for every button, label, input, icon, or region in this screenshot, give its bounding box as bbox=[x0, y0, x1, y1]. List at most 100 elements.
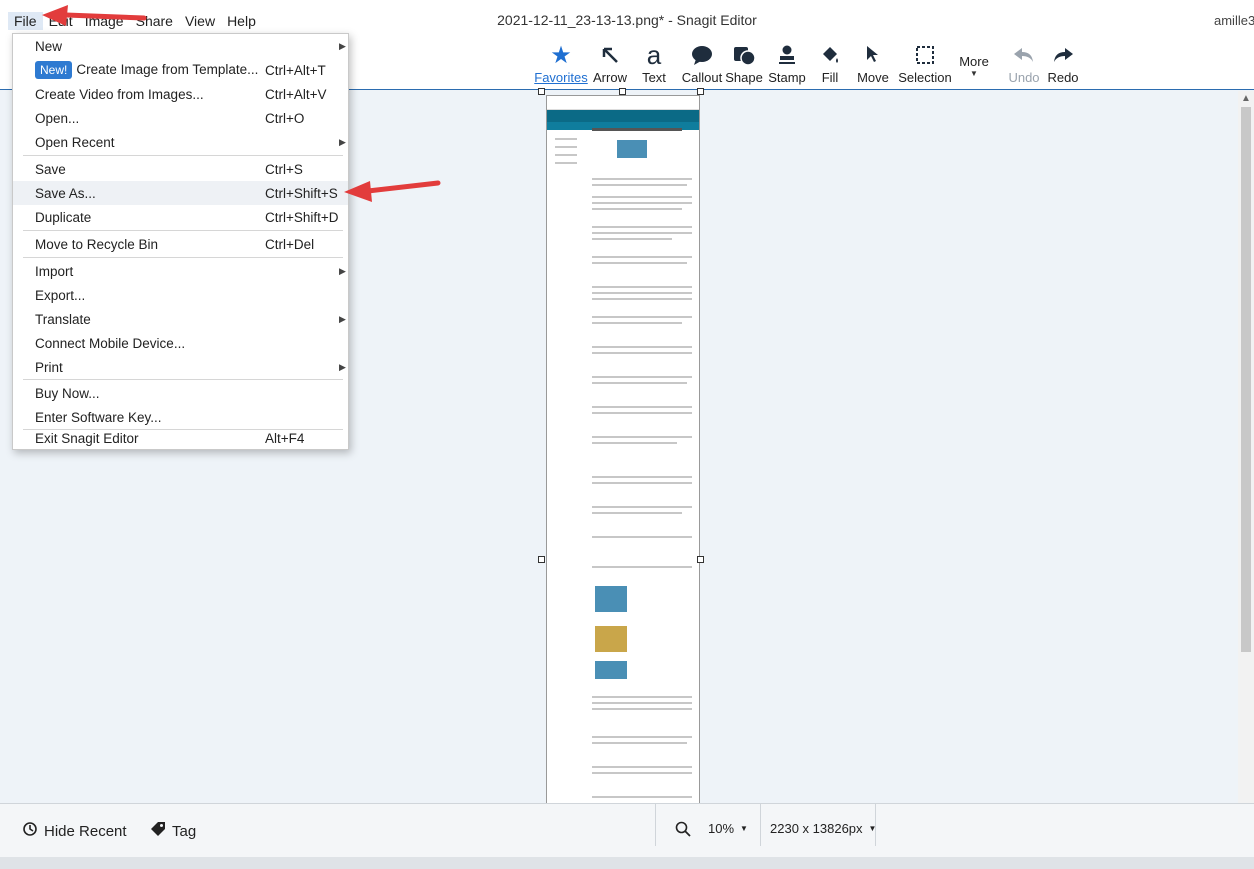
menu-item-create-video[interactable]: Create Video from Images... Ctrl+Alt+V bbox=[13, 82, 348, 106]
menu-item-recycle-bin[interactable]: Move to Recycle Bin Ctrl+Del bbox=[13, 232, 348, 256]
menu-item-new[interactable]: New ▶ bbox=[13, 34, 348, 58]
menu-item-duplicate[interactable]: Duplicate Ctrl+Shift+D bbox=[13, 205, 348, 229]
menu-item-label: Buy Now... bbox=[35, 385, 100, 401]
tag-icon bbox=[150, 821, 166, 841]
history-icon bbox=[22, 821, 38, 841]
menu-item-label: Exit Snagit Editor bbox=[35, 430, 139, 446]
zoom-level-dropdown[interactable]: 10% ▼ bbox=[708, 821, 748, 836]
tool-text[interactable]: a Text bbox=[637, 40, 671, 88]
window-title: 2021-12-11_23-13-13.png* - Snagit Editor bbox=[497, 12, 757, 28]
menu-item-translate[interactable]: Translate ▶ bbox=[13, 307, 348, 331]
tool-label: Selection bbox=[898, 70, 952, 85]
menu-item-export[interactable]: Export... bbox=[13, 283, 348, 307]
vertical-scrollbar[interactable]: ▲ ▼ bbox=[1238, 91, 1254, 821]
tool-stamp[interactable]: Stamp bbox=[767, 40, 807, 88]
menu-item-save[interactable]: Save Ctrl+S bbox=[13, 157, 348, 181]
tool-move[interactable]: Move bbox=[856, 40, 890, 88]
shortcut-label: Alt+F4 bbox=[265, 430, 305, 446]
menu-item-print[interactable]: Print ▶ bbox=[13, 355, 348, 379]
tool-label: Fill bbox=[821, 70, 839, 85]
file-menu: New ▶ New! Create Image from Template... … bbox=[12, 33, 349, 450]
menu-item-label: Open... bbox=[35, 110, 80, 126]
menu-item-exit[interactable]: Exit Snagit Editor Alt+F4 bbox=[13, 426, 348, 450]
resize-handle[interactable] bbox=[697, 556, 704, 563]
submenu-arrow-icon: ▶ bbox=[339, 40, 346, 51]
user-account[interactable]: amille3 bbox=[1214, 13, 1254, 28]
fill-icon bbox=[819, 40, 841, 70]
shortcut-label: Ctrl+O bbox=[265, 110, 305, 126]
undo-label: Undo bbox=[1008, 70, 1040, 85]
tool-label: Shape bbox=[725, 70, 763, 85]
menu-item-open[interactable]: Open... Ctrl+O bbox=[13, 106, 348, 130]
menu-item-label: Save bbox=[35, 161, 66, 177]
shortcut-label: Ctrl+Shift+D bbox=[265, 209, 339, 225]
tool-shape[interactable]: Shape bbox=[724, 40, 764, 88]
menu-item-label: Duplicate bbox=[35, 209, 92, 225]
new-badge: New! bbox=[35, 61, 73, 79]
tool-favorites[interactable]: ★ Favorites bbox=[534, 40, 588, 88]
chevron-down-icon: ▼ bbox=[970, 69, 978, 78]
shortcut-label: Ctrl+S bbox=[265, 161, 303, 177]
tool-selection[interactable]: Selection bbox=[897, 40, 953, 88]
bottom-bar: Hide Recent Tag 10% ▼ 2230 x 13826px ▼ bbox=[0, 803, 1254, 857]
tag-button[interactable]: Tag bbox=[150, 821, 196, 841]
preview-header bbox=[547, 96, 699, 110]
more-tools-button[interactable]: More ▼ bbox=[957, 40, 991, 88]
menu-item-save-as[interactable]: Save As... Ctrl+Shift+S bbox=[13, 181, 348, 205]
resize-handle[interactable] bbox=[538, 556, 545, 563]
tool-arrow[interactable]: Arrow bbox=[590, 40, 630, 88]
tag-label: Tag bbox=[172, 822, 197, 840]
menu-separator bbox=[23, 257, 343, 258]
annotation-arrow-icon bbox=[344, 180, 441, 202]
menu-item-label: Enter Software Key... bbox=[35, 409, 162, 425]
arrow-icon bbox=[599, 40, 621, 70]
undo-button[interactable]: Undo bbox=[1004, 40, 1044, 88]
divider bbox=[655, 804, 656, 846]
menu-item-import[interactable]: Import ▶ bbox=[13, 259, 348, 283]
divider bbox=[875, 804, 876, 846]
zoom-button[interactable] bbox=[675, 821, 691, 841]
menu-separator bbox=[23, 155, 343, 156]
shape-icon bbox=[732, 40, 756, 70]
resize-handle[interactable] bbox=[697, 88, 704, 95]
selection-icon bbox=[914, 40, 936, 70]
scroll-up-icon[interactable]: ▲ bbox=[1238, 91, 1254, 107]
hide-recent-button[interactable]: Hide Recent bbox=[22, 821, 127, 841]
menu-item-label: Connect Mobile Device... bbox=[35, 335, 186, 351]
tool-label: Move bbox=[857, 70, 889, 85]
tool-callout[interactable]: Callout bbox=[677, 40, 727, 88]
document-preview[interactable] bbox=[546, 95, 700, 825]
annotation-arrow-icon bbox=[42, 5, 147, 26]
menu-item-label-wrap: New! Create Image from Template... bbox=[35, 61, 258, 79]
resize-handle[interactable] bbox=[619, 88, 626, 95]
menu-item-label: Export... bbox=[35, 287, 86, 303]
menu-item-create-from-template[interactable]: New! Create Image from Template... Ctrl+A… bbox=[13, 58, 348, 82]
tool-label: Stamp bbox=[768, 70, 806, 85]
menu-item-connect-mobile[interactable]: Connect Mobile Device... bbox=[13, 331, 348, 355]
callout-icon bbox=[690, 40, 714, 70]
scrollbar-thumb[interactable] bbox=[1241, 107, 1251, 652]
menu-item-label: Translate bbox=[35, 311, 91, 327]
shortcut-label: Ctrl+Del bbox=[265, 236, 315, 252]
redo-button[interactable]: Redo bbox=[1045, 40, 1081, 88]
shortcut-label: Ctrl+Alt+V bbox=[265, 86, 327, 102]
preview-banner bbox=[547, 110, 699, 122]
menu-separator bbox=[23, 230, 343, 231]
undo-icon bbox=[1012, 40, 1036, 70]
menu-item-open-recent[interactable]: Open Recent ▶ bbox=[13, 130, 348, 154]
menu-item-label: Move to Recycle Bin bbox=[35, 236, 159, 252]
menu-item-label: Create Image from Template... bbox=[76, 62, 259, 77]
chevron-down-icon: ▼ bbox=[740, 824, 748, 833]
dimensions-dropdown[interactable]: 2230 x 13826px ▼ bbox=[770, 821, 876, 836]
tool-label: Favorites bbox=[534, 70, 588, 85]
menu-item-buy-now[interactable]: Buy Now... bbox=[13, 381, 348, 405]
submenu-arrow-icon: ▶ bbox=[339, 361, 346, 372]
resize-handle[interactable] bbox=[538, 88, 545, 95]
tool-label: Text bbox=[642, 70, 666, 85]
tool-fill[interactable]: Fill bbox=[815, 40, 845, 88]
text-icon: a bbox=[646, 39, 662, 70]
menu-item-label: Create Video from Images... bbox=[35, 86, 204, 102]
menu-item-label: New bbox=[35, 38, 63, 54]
hide-recent-label: Hide Recent bbox=[44, 822, 127, 840]
tool-label: Callout bbox=[681, 70, 723, 85]
